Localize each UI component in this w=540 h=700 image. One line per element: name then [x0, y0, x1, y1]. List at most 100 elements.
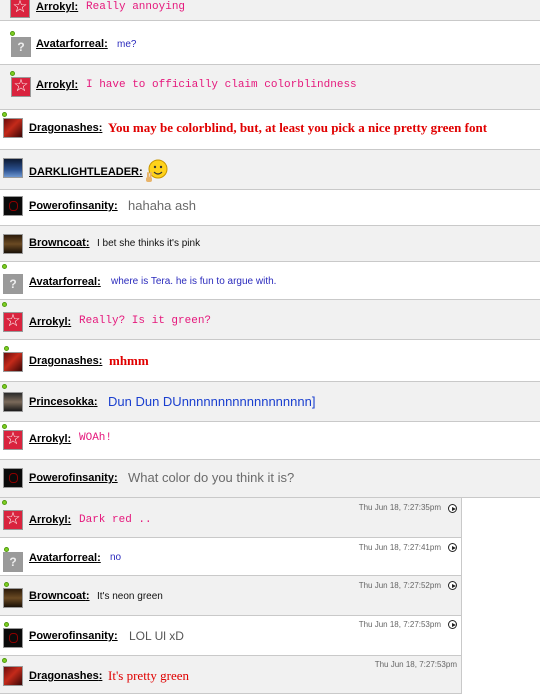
message-text: I have to officially claim colorblindnes…: [86, 79, 357, 91]
username[interactable]: Arrokyl: [29, 316, 68, 328]
message-text: WOAh!: [79, 432, 113, 444]
question-avatar-icon[interactable]: [3, 552, 23, 572]
message-text: It's neon green: [97, 591, 163, 602]
chat-row: Dragonashes: You may be colorblind, but,…: [0, 110, 540, 150]
timestamp: Thu Jun 18, 7:27:35pm: [358, 503, 441, 512]
dragon-avatar-icon[interactable]: [3, 352, 23, 372]
username[interactable]: Arrokyl: [29, 514, 68, 526]
colon: :: [85, 237, 90, 249]
timestamp: Thu Jun 18, 7:27:41pm: [358, 543, 441, 552]
chat-row: Arrokyl: WOAh!: [0, 422, 540, 460]
message-text: no: [110, 552, 122, 563]
prince-avatar-icon[interactable]: [3, 392, 23, 412]
play-icon[interactable]: [448, 581, 457, 590]
username[interactable]: Powerofinsanity: [29, 630, 114, 642]
colon: :: [74, 79, 79, 91]
colon: :: [113, 630, 118, 642]
dragon-avatar-icon[interactable]: [3, 666, 23, 686]
online-status-icon: [2, 302, 7, 307]
chat-log: Arrokyl: Really annoying Avatarforreal: …: [0, 0, 540, 700]
star-avatar-icon[interactable]: [3, 311, 23, 332]
chat-row: Browncoat: It's neon green Thu Jun 18, 7…: [0, 576, 462, 616]
play-icon[interactable]: [448, 620, 457, 629]
username[interactable]: Dragonashes: [29, 122, 99, 134]
colon: :: [67, 514, 72, 526]
message-text: Really? Is it green?: [79, 315, 212, 327]
power-avatar-icon[interactable]: [3, 196, 23, 216]
online-status-icon: [4, 582, 9, 587]
username[interactable]: Arrokyl: [29, 433, 68, 445]
online-status-icon: [4, 622, 9, 627]
colon: :: [98, 122, 103, 134]
chat-row: Dragonashes: It's pretty green Thu Jun 1…: [0, 656, 462, 694]
username[interactable]: Avatarforreal: [29, 552, 97, 564]
question-avatar-icon[interactable]: [3, 274, 23, 294]
star-avatar-icon[interactable]: [3, 429, 23, 450]
play-icon[interactable]: [448, 504, 457, 513]
online-status-icon: [2, 264, 7, 269]
dark-avatar-icon[interactable]: [3, 158, 23, 178]
username[interactable]: Arrokyl: [36, 79, 75, 91]
message-text: Dun Dun DUnnnnnnnnnnnnnnnnnn]: [108, 394, 316, 409]
chat-row: Princesokka: Dun Dun DUnnnnnnnnnnnnnnnnn…: [0, 382, 540, 422]
message-text: mhmm: [109, 353, 149, 368]
chat-row: Avatarforreal: me?: [0, 21, 540, 65]
colon: :: [104, 38, 108, 50]
star-avatar-icon[interactable]: [3, 509, 23, 530]
username[interactable]: Powerofinsanity: [29, 200, 114, 212]
play-icon[interactable]: [448, 543, 457, 552]
message-text: where is Tera. he is fun to argue with.: [111, 276, 277, 287]
question-avatar-icon[interactable]: [11, 37, 31, 57]
star-avatar-icon[interactable]: [11, 76, 31, 97]
chat-row: Arrokyl: Really annoying: [0, 0, 540, 21]
online-status-icon: [2, 384, 7, 389]
timestamp: Thu Jun 18, 7:27:53pm: [358, 620, 441, 629]
online-status-icon: [2, 500, 7, 505]
chat-row: Browncoat: I bet she thinks it's pink: [0, 226, 540, 262]
username[interactable]: Arrokyl: [36, 1, 75, 13]
colon: :: [113, 200, 118, 212]
chat-row: Arrokyl: I have to officially claim colo…: [0, 65, 540, 110]
chat-row: Dragonashes: mhmm: [0, 340, 540, 382]
username[interactable]: Dragonashes: [29, 670, 99, 682]
username[interactable]: Avatarforreal: [36, 38, 104, 50]
message-text: It's pretty green: [108, 668, 190, 683]
username[interactable]: Browncoat: [29, 237, 86, 249]
colon: :: [67, 433, 72, 445]
dragon-avatar-icon[interactable]: [3, 118, 23, 138]
timestamp: Thu Jun 18, 7:27:52pm: [358, 581, 441, 590]
peace-smiley-icon: [146, 159, 168, 182]
power-avatar-icon[interactable]: [3, 628, 23, 648]
message-text: me?: [117, 39, 137, 50]
username[interactable]: Princesokka: [29, 396, 94, 408]
username[interactable]: DARKLIGHTLEADER: [29, 166, 139, 178]
colon: :: [97, 276, 101, 288]
chat-row: Powerofinsanity: hahaha ash: [0, 190, 540, 226]
colon: :: [85, 590, 90, 602]
brown-avatar-icon[interactable]: [3, 588, 23, 608]
message-text: What color do you think it is?: [128, 470, 295, 485]
message-text: You may be colorblind, but, at least you…: [108, 120, 488, 135]
chat-row: DARKLIGHTLEADER:: [0, 150, 540, 190]
username[interactable]: Browncoat: [29, 590, 86, 602]
power-avatar-icon[interactable]: [3, 468, 23, 488]
colon: :: [97, 552, 101, 564]
username[interactable]: Dragonashes: [29, 355, 99, 367]
message-text: LOL Ul xD: [129, 629, 184, 643]
timestamp: Thu Jun 18, 7:27:53pm: [374, 660, 457, 669]
colon: :: [67, 316, 72, 328]
message-text: Dark red ..: [79, 514, 152, 526]
username[interactable]: Avatarforreal: [29, 276, 97, 288]
colon: :: [113, 472, 118, 484]
star-avatar-icon[interactable]: [10, 0, 30, 18]
message-text: Really annoying: [86, 1, 186, 13]
message-text: I bet she thinks it's pink: [97, 238, 201, 249]
username[interactable]: Powerofinsanity: [29, 472, 114, 484]
colon: :: [98, 670, 103, 682]
colon: :: [74, 1, 79, 13]
colon: :: [139, 166, 143, 178]
colon: :: [98, 355, 103, 367]
brown-avatar-icon[interactable]: [3, 234, 23, 254]
online-status-icon: [4, 346, 9, 351]
chat-row: Powerofinsanity: LOL Ul xD Thu Jun 18, 7…: [0, 616, 462, 656]
